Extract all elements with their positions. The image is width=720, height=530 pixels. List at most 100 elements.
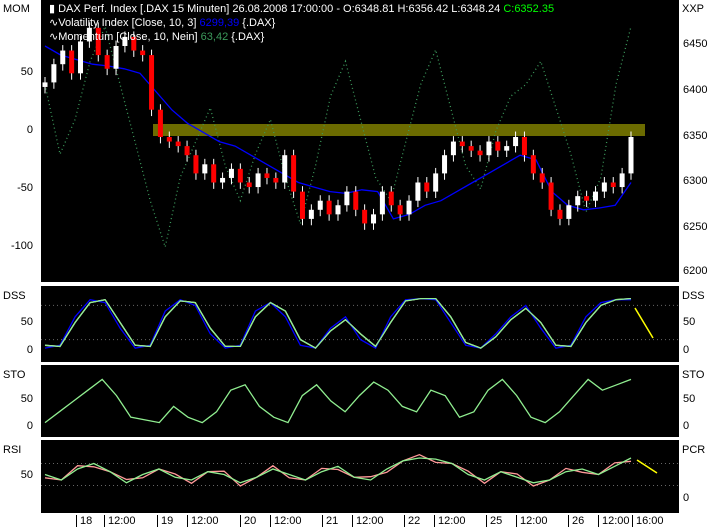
candle-body (433, 173, 439, 192)
pcr-label: PCR (682, 444, 706, 456)
candle-body (566, 205, 572, 219)
axis-tick: 50 (683, 393, 696, 405)
sto-line (44, 378, 632, 424)
axis-tick: -50 (17, 182, 33, 194)
candle-body (246, 182, 252, 188)
candle-body (299, 191, 305, 219)
candle-body (157, 109, 163, 137)
chart-legend: ▮ DAX Perf. Index [.DAX 15 Minuten] 26.0… (49, 2, 554, 44)
candle-body (291, 155, 297, 192)
line-icon: ∿ (49, 17, 59, 29)
time-tick: 26 (568, 515, 584, 527)
candle-body (619, 173, 625, 188)
candle-body (202, 164, 208, 174)
candle-body (548, 182, 554, 210)
candle-body (477, 150, 483, 156)
candle-body (442, 155, 448, 174)
candle-body (60, 50, 66, 65)
sto-label-right: STO (682, 369, 705, 381)
axis-tick: 6250 (683, 221, 708, 233)
candle-body (184, 146, 190, 156)
time-tick: 12:00 (104, 515, 136, 527)
time-tick: 25 (486, 515, 502, 527)
time-tick: 12:00 (187, 515, 219, 527)
candle-body (521, 137, 527, 156)
time-tick: 18 (76, 515, 92, 527)
axis-tick: 50 (20, 316, 33, 328)
candle-body (513, 137, 519, 147)
close-value: C:6352.35 (503, 3, 555, 15)
time-tick: 12:00 (516, 515, 548, 527)
mom-label: MOM (3, 3, 30, 15)
time-tick: 20 (240, 515, 256, 527)
candle-body (424, 182, 430, 192)
candle-body (69, 50, 75, 74)
candle-body (308, 209, 314, 219)
candle-body (575, 196, 581, 206)
sto-label: STO (3, 369, 26, 381)
dss-slow-line (44, 297, 632, 349)
candle-body (388, 191, 394, 206)
axis-tick: 0 (683, 420, 690, 432)
candle-body (193, 155, 199, 174)
legend-volatility[interactable]: ∿Volatility Index [Close, 10, 3] 6299,39… (49, 16, 554, 30)
axis-tick: 50 (683, 316, 696, 328)
dss-panel[interactable] (41, 286, 679, 362)
candle-body (504, 146, 510, 151)
xxp-label: XXP (682, 3, 705, 15)
candle-body (255, 173, 261, 188)
candle-body (220, 177, 226, 183)
candle-body (42, 82, 48, 87)
candle-body (450, 141, 456, 156)
dss-label: DSS (3, 290, 26, 302)
candle-body (557, 209, 563, 219)
candle-body (335, 205, 341, 215)
axis-tick: -100 (10, 240, 33, 252)
time-tick: 16:00 (632, 515, 664, 527)
candle-body (530, 155, 536, 174)
candle-body (486, 141, 492, 156)
axis-tick: 50 (20, 469, 33, 481)
time-tick: 12:00 (352, 515, 384, 527)
candle-body (601, 182, 607, 192)
line-icon: ∿ (49, 31, 59, 43)
candle-body (175, 141, 181, 147)
candle-icon: ▮ (49, 3, 59, 15)
candle-body (397, 205, 403, 215)
candle-body (495, 141, 501, 151)
axis-tick: 0 (683, 344, 690, 356)
time-tick: 19 (157, 515, 173, 527)
candle-body (371, 214, 377, 224)
axis-tick: 50 (20, 393, 33, 405)
arrow-icon (636, 459, 658, 474)
axis-tick: 6300 (683, 175, 708, 187)
time-tick: 12:00 (598, 515, 630, 527)
candle-body (459, 141, 465, 147)
candle-body (415, 182, 421, 201)
rsi-line (44, 457, 632, 484)
candle-body (149, 55, 155, 110)
candle-body (264, 173, 270, 178)
axis-tick: 50 (20, 66, 33, 78)
candle-body (344, 191, 350, 206)
time-tick: 12:00 (270, 515, 302, 527)
rsi-panel[interactable] (41, 440, 679, 513)
highlight-band (153, 124, 645, 136)
sto-panel[interactable] (41, 365, 679, 437)
axis-tick: 0 (26, 344, 33, 356)
candle-body (104, 55, 110, 69)
candle-body (166, 137, 172, 142)
rsi-chart (41, 453, 679, 487)
candle-body (237, 168, 243, 183)
candle-body (468, 146, 474, 151)
legend-momentum[interactable]: ∿Momentum [Close, 10, Nein] 63,42 {.DAX} (49, 30, 554, 44)
sto-chart (44, 378, 632, 424)
candle-body (211, 164, 217, 183)
candle-body (228, 168, 234, 178)
candle-body (584, 196, 590, 201)
axis-tick: 6200 (683, 265, 708, 277)
candle-body (282, 155, 288, 183)
price-panel[interactable]: ▮ DAX Perf. Index [.DAX 15 Minuten] 26.0… (41, 0, 679, 282)
candle-body (610, 182, 616, 188)
legend-price[interactable]: ▮ DAX Perf. Index [.DAX 15 Minuten] 26.0… (49, 2, 554, 16)
